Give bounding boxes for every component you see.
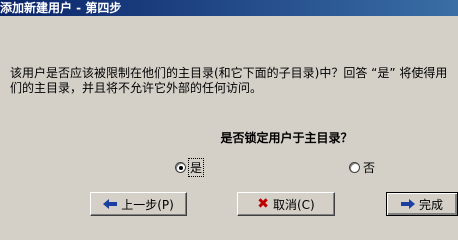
back-button[interactable]: 上一步(P) (90, 192, 187, 216)
window-title: 添加新建用户 - 第四步 (0, 0, 458, 16)
step-description: 该用户是否应该被限制在他们的主目录(和它下面的子目录)中？回答 “是” 将使得用… (10, 66, 458, 96)
finish-button[interactable]: 完成 (386, 192, 458, 216)
description-line-2: 们的主目录，并且将不允许它外部的任何访问。 (10, 81, 263, 95)
arrow-right-icon (400, 199, 415, 209)
radio-option-yes[interactable]: 是 (175, 158, 205, 177)
radio-label-yes[interactable]: 是 (187, 158, 205, 177)
radio-button-no[interactable] (349, 162, 360, 173)
lock-home-question: 是否锁定用户于主目录？ (220, 131, 353, 145)
back-button-label: 上一步(P) (121, 197, 174, 212)
cancel-button[interactable]: ✖ 取消(C) (237, 192, 335, 216)
finish-button-label: 完成 (418, 197, 443, 212)
radio-label-no[interactable]: 否 (363, 159, 375, 176)
radio-option-no[interactable]: 否 (349, 159, 375, 176)
arrow-left-icon (103, 199, 118, 209)
close-icon: ✖ (257, 196, 269, 212)
radio-button-yes[interactable] (175, 162, 186, 173)
description-line-1: 该用户是否应该被限制在他们的主目录(和它下面的子目录)中？回答 “是” 将使得用 (10, 66, 448, 80)
cancel-button-label: 取消(C) (272, 197, 315, 212)
